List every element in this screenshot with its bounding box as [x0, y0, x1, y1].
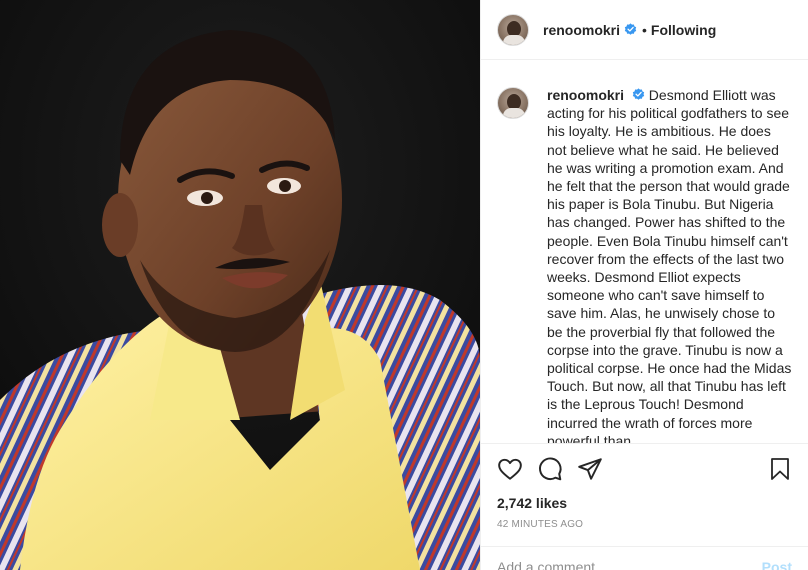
post-comment-button[interactable]: Post: [762, 559, 792, 570]
comments-area[interactable]: renoomokri Desmond Elliott was acting fo…: [481, 61, 808, 443]
portrait-image: [0, 0, 480, 570]
caption-text: renoomokri Desmond Elliott was acting fo…: [547, 86, 794, 443]
add-comment-bar: Post: [481, 546, 808, 570]
instagram-post-view: renoomokri • Following renoomokri Desmon…: [0, 0, 808, 570]
header-username[interactable]: renoomokri: [543, 22, 620, 38]
post-actions-section: 2,742 likes 42 minutes ago Post: [481, 443, 808, 570]
post-timestamp[interactable]: 42 minutes ago: [481, 519, 808, 530]
bookmark-icon[interactable]: [768, 456, 792, 482]
post-photo[interactable]: [0, 0, 480, 570]
avatar[interactable]: [497, 13, 529, 46]
separator-dot: •: [642, 21, 647, 38]
action-bar: [481, 444, 808, 494]
caption-body: Desmond Elliott was acting for his polit…: [547, 87, 792, 443]
heart-icon[interactable]: [497, 456, 523, 482]
likes-count[interactable]: 2,742 likes: [481, 494, 808, 512]
post-header: renoomokri • Following: [481, 0, 808, 60]
verified-badge-icon: [632, 88, 645, 100]
follow-status-button[interactable]: Following: [651, 22, 716, 38]
comment-input[interactable]: [497, 558, 762, 570]
verified-badge-icon: [624, 23, 637, 35]
caption-row: renoomokri Desmond Elliott was acting fo…: [497, 86, 794, 443]
share-icon[interactable]: [577, 456, 603, 482]
post-side-panel: renoomokri • Following renoomokri Desmon…: [480, 0, 808, 570]
caption-username[interactable]: renoomokri: [547, 87, 624, 103]
caption-avatar[interactable]: [497, 87, 529, 119]
comment-icon[interactable]: [537, 456, 563, 482]
